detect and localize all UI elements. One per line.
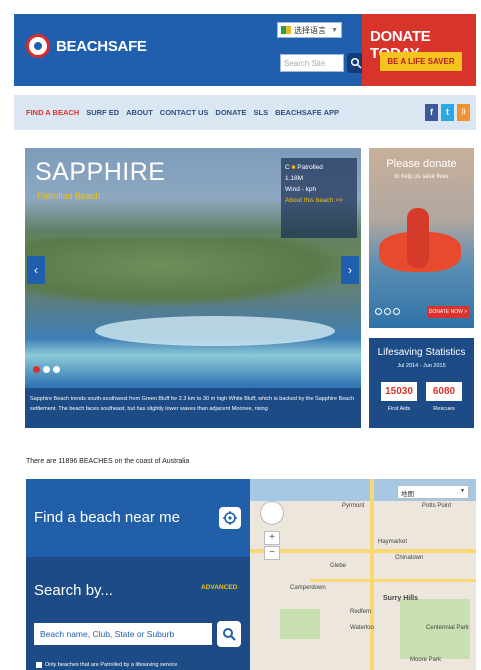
beach-map[interactable]: Pyrmont Potts Point Haymarket Glebe Chin… [250,479,476,670]
beach-hazard-rating: C ■ Patrolled [285,164,323,171]
language-select-label: 选择语言 [294,25,326,35]
social-links: f t )) [425,104,470,121]
map-label: Centennial Park [426,625,469,631]
logo-text: BEACHSAFE [56,37,147,55]
nav-find-a-beach[interactable]: FIND A BEACH [26,108,79,117]
first-aids-value: 15030 [381,382,417,401]
facebook-icon[interactable]: f [425,104,438,121]
slider-prev-button[interactable]: ‹ [27,256,45,284]
find-beach-panel: Find a beach near me Search by... ADVANC… [26,479,250,670]
beach-status: Patrolled Beach [37,191,101,201]
map-label: Redfern [350,609,372,615]
slider-dot[interactable] [43,366,50,373]
patrolled-only-label: Only beaches that are Patrolled by a lif… [45,662,178,668]
map-road [310,579,476,582]
search-by-title: Search by... [34,582,113,599]
beach-description: Sapphire Beach trends south-southwest fr… [25,388,361,428]
map-label: Potts Point [422,503,452,509]
google-translate-icon [281,26,291,34]
language-select[interactable]: 选择语言 ▼ [277,22,342,38]
lifesaving-statistics: Lifesaving Statistics Jul 2014 - Jun 201… [369,338,474,428]
nav-beachsafe-app[interactable]: BEACHSAFE APP [275,108,339,117]
ad-dots [375,308,400,315]
beachsafe-logo[interactable]: BEACHSAFE [26,34,147,58]
ad-dot[interactable] [375,308,382,315]
search-by-section: Search by... ADVANCED Beach name, Club, … [26,557,250,670]
find-near-me-title: Find a beach near me [34,509,180,526]
search-icon [350,57,362,69]
zoom-out-button[interactable]: − [264,546,280,560]
rescues-label: Rescues [433,406,455,412]
search-icon [223,628,236,641]
map-label: Waterloo [350,625,374,631]
find-near-me: Find a beach near me [26,479,250,551]
be-a-lifesaver-button[interactable]: BE A LIFE SAVER [380,52,462,71]
beach-search-input[interactable]: Beach name, Club, State or Suburb [34,623,212,645]
beach-name: SAPPHIRE [35,158,166,186]
donate-banner[interactable]: DONATE TODAY BE A LIFE SAVER [362,14,476,86]
ad-dot[interactable] [393,308,400,315]
nav-donate[interactable]: DONATE [215,108,246,117]
chevron-down-icon: ▼ [460,488,465,494]
wave-height: 1.18M [285,175,304,182]
map-road [250,549,476,553]
hero-photo-surf [95,316,335,346]
patrolled-only-checkbox[interactable] [36,662,42,668]
about-this-beach-link[interactable]: About this beach >> [285,195,353,206]
nav-contact-us[interactable]: CONTACT US [160,108,209,117]
map-type-label: 地图 [401,491,414,498]
advanced-search-link[interactable]: ADVANCED [201,584,237,591]
slider-dots [33,366,60,373]
map-label: Moore Park [410,657,442,663]
map-label: Haymarket [378,539,408,545]
first-aids-label: First Aids [387,406,411,412]
stats-title: Lifesaving Statistics [377,347,466,358]
zoom-in-button[interactable]: + [264,531,280,545]
map-pan-control[interactable] [260,501,284,525]
rescues-value: 6080 [426,382,462,401]
donate-ad[interactable]: Please donate to help us save lives DONA… [369,148,474,328]
patrol-flag-icon: ■ [291,164,296,171]
twitter-icon[interactable]: t [441,104,454,121]
donate-now-button[interactable]: DONATE NOW > [427,306,469,318]
lifesaver-image [407,208,429,268]
slider-dot[interactable] [53,366,60,373]
wind-speed: Wind - kph [285,186,317,193]
park-area [280,609,320,639]
map-type-select[interactable]: 地图 ▼ [397,485,469,499]
slider-dot[interactable] [33,366,40,373]
nav-about[interactable]: ABOUT [126,108,153,117]
beach-info-panel: C ■ Patrolled 1.18M Wind - kph About thi… [281,158,357,238]
locate-me-button[interactable] [219,507,241,529]
ad-subtitle: to help us save lives [394,174,449,180]
map-label: Glebe [330,563,347,569]
logo-icon [26,34,50,58]
map-label: Surry Hills [383,595,419,602]
rss-icon[interactable]: )) [457,104,470,121]
map-label: Camperdown [290,585,326,591]
beach-search-button[interactable] [217,621,241,647]
map-label: Chinatown [395,555,424,561]
map-road [370,479,374,670]
site-search-input[interactable]: Search Site [280,54,344,72]
nav-surf-ed[interactable]: SURF ED [86,108,119,117]
map-label: Pyrmont [342,503,365,509]
ad-dot[interactable] [384,308,391,315]
beach-hero-slider[interactable]: SAPPHIRE Patrolled Beach C ■ Patrolled 1… [25,148,361,428]
patrolled-only-option[interactable]: Only beaches that are Patrolled by a lif… [36,662,177,668]
crosshair-icon [223,511,237,525]
stats-dates: Jul 2014 - Jun 2015 [397,363,446,369]
nav-sls[interactable]: SLS [254,108,269,117]
slider-next-button[interactable]: › [341,256,359,284]
main-nav: FIND A BEACH SURF ED ABOUT CONTACT US DO… [14,95,476,130]
beach-count-text: There are 11896 BEACHES on the coast of … [26,458,190,465]
chevron-down-icon: ▼ [331,26,338,34]
hero-photo-headland [25,238,361,308]
ad-title: Please donate [386,158,457,170]
